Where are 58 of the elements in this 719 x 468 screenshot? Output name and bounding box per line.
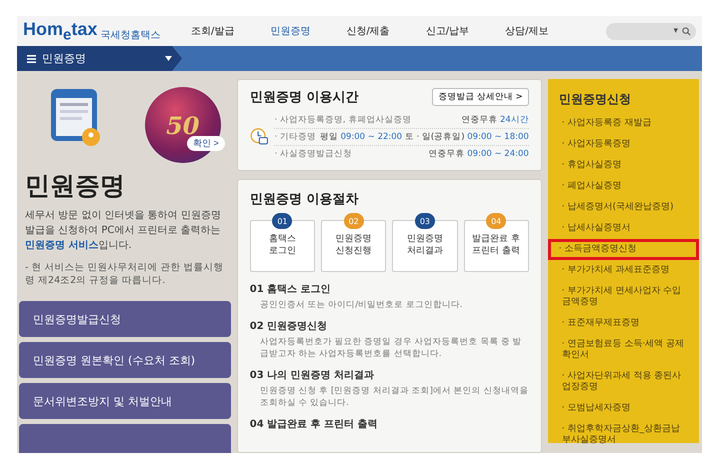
- sidebar-link[interactable]: · 사업자등록증 재발급: [554, 113, 693, 134]
- sidebar-link[interactable]: · 납세증명서(국세완납증명): [554, 197, 693, 218]
- service-hours: 연중무휴 09:00 ~ 24:00: [428, 148, 529, 160]
- nav-menu-item[interactable]: 상담/제보: [487, 24, 566, 38]
- sidebar-link[interactable]: · 휴업사실증명: [554, 155, 693, 176]
- step-heading: 03 나의 민원증명 처리결과: [250, 369, 376, 382]
- confirm-button[interactable]: 확인 >: [187, 136, 225, 151]
- sidebar-link[interactable]: · 부가가치세 면세사업자 수입금액증명: [554, 281, 693, 313]
- logo-subtitle: 국세청홈택스: [100, 29, 160, 42]
- step-label: 홈택스 로그인: [268, 233, 296, 258]
- nav-menu-item[interactable]: 신청/제출: [328, 24, 408, 38]
- step-label: 민원증명 처리결과: [406, 233, 443, 258]
- nav-menu-item[interactable]: 민원증명: [252, 24, 328, 38]
- logo[interactable]: Hom$_{e}$tax: [23, 20, 98, 42]
- menu-dropdown[interactable]: 민원증명: [17, 46, 182, 71]
- certificate-type: · 기타증명: [274, 131, 316, 143]
- step-heading: 04 발급완료 후 프린터 출력: [250, 418, 379, 431]
- card-title: 민원증명 이용절차: [250, 192, 358, 207]
- sidebar-link[interactable]: · 표준재무제표증명: [554, 313, 693, 334]
- search-icon[interactable]: [682, 26, 691, 36]
- step-number: 02: [344, 213, 364, 229]
- detail-button[interactable]: 증명발급 상세안내 >: [432, 88, 529, 106]
- sidebar-title: 민원증명신청: [558, 91, 632, 108]
- step-label: 발급완료 후 프린터 출력: [472, 233, 520, 258]
- menu-button[interactable]: 민원증명 원본확인 (수요처 조회): [19, 342, 231, 378]
- certificate-type: · 사업자등록증명, 휴폐업사실증명: [274, 114, 412, 126]
- step-description: 민원증명 신청 후 [민원증명 처리결과 조회]에서 본인의 신청내역을 조회하실 수 있습니다.: [260, 385, 529, 409]
- sidebar-link[interactable]: · 사업자단위과세 적용 종된사업장증명: [554, 366, 693, 398]
- card-title: 민원증명 이용시간: [250, 89, 358, 106]
- sidebar-link[interactable]: · 납세사실증명서: [554, 218, 693, 239]
- sidebar-link[interactable]: · 부가가치세 과세표준증명: [554, 260, 693, 281]
- sidebar-link[interactable]: · 소득금액증명신청: [548, 239, 699, 260]
- sidebar-link[interactable]: · 사업자등록증명: [554, 134, 693, 155]
- service-hours: 연중무휴 24시간: [461, 114, 529, 126]
- sidebar-link[interactable]: · 취업후학자금상환_상환금납부사실증명서: [554, 419, 693, 451]
- step-number: 04: [486, 213, 506, 229]
- service-description: 세무서 방문 없이 인터넷을 통하여 민원증명발급을 신청하여 PC에서 프린터로 출력하는 민원증명 서비스입니다.: [25, 209, 222, 253]
- search-field[interactable]: ▾: [606, 22, 696, 40]
- sidebar-link[interactable]: · 모범납세자증명: [554, 398, 693, 419]
- service-hours: 평일 09:00 ~ 22:00 토 · 일(공휴일) 09:00 ~ 18:00: [320, 131, 529, 143]
- step-description: 공인인증서 또는 아이디/비밀번호로 로그인합니다.: [260, 299, 464, 311]
- caret-icon: [165, 56, 172, 61]
- sidebar-link[interactable]: · 연금보험료등 소득·세액 공제확인서: [554, 334, 693, 366]
- step-number: 01: [272, 213, 292, 229]
- menu-button[interactable]: 문서위변조방지 및 처벌안내: [19, 383, 231, 419]
- nav-menu-item[interactable]: 조회/발급: [173, 24, 252, 38]
- step-heading: 01 홈택스 로그인: [250, 283, 332, 296]
- certificate-type: · 사실증명발급신청: [274, 148, 352, 160]
- menu-button[interactable]: 민원증명발급신청: [19, 301, 231, 337]
- step-heading: 02 민원증명신청: [250, 320, 328, 333]
- sidebar-link[interactable]: · 폐업사실증명: [554, 176, 693, 197]
- step-label: 민원증명 신청진행: [336, 233, 372, 258]
- page-title: 민원증명: [25, 170, 126, 202]
- legal-note: - 현 서비스는 민원사무처리에 관한 법률시행령 제24조2의 규정을 따릅니다.: [25, 261, 225, 287]
- step-number: 03: [414, 213, 435, 229]
- menu-icon: [27, 54, 36, 62]
- step-description: 사업자등록번호가 필요한 증명일 경우 사업자등록번호 목록 중 발급받고자 하는 사업자등록번호를 선택합니다.: [260, 336, 523, 360]
- nav-menu-item[interactable]: 신고/납부: [408, 24, 488, 38]
